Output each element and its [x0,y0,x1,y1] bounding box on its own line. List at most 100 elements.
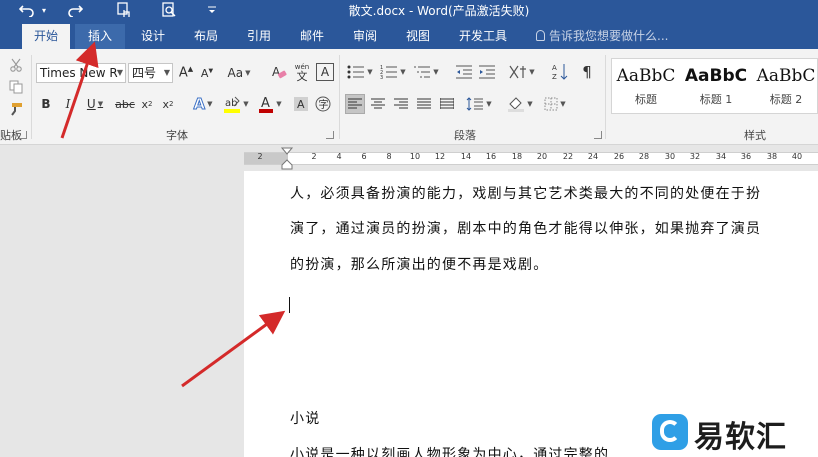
tab-developer[interactable]: 开发工具 [452,24,514,49]
document-line: 小说是一种以刻画人物形象为中心，通过完整的 [290,447,610,457]
svg-text:3: 3 [380,75,383,79]
change-case-label: Aa [227,66,244,80]
ruler-tick: 30 [664,152,676,161]
shading-icon[interactable]: ▼ [505,94,535,114]
increase-indent-icon[interactable] [477,63,497,81]
svg-text:字: 字 [319,98,329,111]
chevron-down-icon: ▼ [163,68,170,77]
tab-review[interactable]: 审阅 [343,24,387,49]
font-launcher[interactable] [326,131,334,139]
document-heading: 小说 [290,411,321,427]
phonetic-char: 文 [296,70,308,83]
style-heading1[interactable]: AaBbC 标题 1 [682,59,750,115]
numbering-icon[interactable]: 1 2 3 ▼ [378,63,408,81]
tab-layout[interactable]: 布局 [184,24,228,49]
style-title-name: 标题 [635,93,657,106]
cut-icon[interactable] [8,57,24,73]
font-color-icon[interactable]: A ▼ [256,93,284,115]
horizontal-ruler[interactable]: 2 2 4 6 8 10 12 14 16 18 20 22 24 26 28 … [244,152,818,165]
subscript-icon[interactable]: x2 [139,95,155,113]
styles-group-label: 样式 [744,129,766,142]
svg-text:ab: ab [225,98,237,109]
tab-references[interactable]: 引用 [237,24,281,49]
watermark-text: 易软汇 [694,420,787,455]
style-heading2[interactable]: AaBbC 标题 2 [752,59,818,115]
superscript-icon[interactable]: x2 [160,95,176,113]
font-group-label: 字体 [166,129,188,142]
character-border-icon[interactable]: A [316,63,334,81]
italic-icon[interactable]: I [62,95,74,113]
change-case-button[interactable]: Aa ▼ [226,64,252,82]
style-title[interactable]: AaBbC 标题 [612,59,680,115]
ruler-tick: 20 [536,152,548,161]
paragraph-launcher[interactable] [594,131,602,139]
bold-icon[interactable]: B [40,95,52,113]
ruler-tick: 32 [689,152,701,161]
group-separator [339,55,340,139]
distributed-icon[interactable] [437,94,457,114]
group-separator [31,55,32,139]
style-title-sample: AaBbC [616,66,676,86]
phonetic-guide-icon[interactable]: wén 文 [292,62,312,82]
group-separator [605,55,606,139]
line-spacing-icon[interactable]: ▼ [464,94,494,114]
text-cursor [289,297,290,313]
align-center-icon[interactable] [368,94,388,114]
shrink-font-icon[interactable]: A▼ [199,64,215,82]
chinese-layout-icon[interactable]: ▼ [507,63,537,81]
text-effects-icon[interactable]: A ▼ [190,94,216,114]
borders-icon[interactable]: ▼ [540,94,570,114]
underline-icon[interactable]: U ▼ [84,95,106,113]
decrease-indent-icon[interactable] [454,63,474,81]
format-painter-icon[interactable] [8,101,24,117]
paragraph-group-label: 段落 [454,129,476,142]
tab-view[interactable]: 视图 [396,24,440,49]
style-heading1-sample: AaBbC [684,66,748,86]
align-left-icon[interactable] [345,94,365,114]
word-window: ▾ 散文.docx - Word(产品激活失败) 开始 插入 设计 布局 引用 … [0,0,818,457]
sort-icon[interactable]: AZ [551,62,569,82]
style-heading2-sample: AaBbC [756,66,816,86]
document-title: 散文.docx - Word(产品激活失败) [348,4,530,18]
svg-text:A: A [552,64,557,72]
tab-insert[interactable]: 插入 [75,24,125,49]
justify-icon[interactable] [414,94,434,114]
svg-text:A: A [297,98,305,111]
ruler-tick: 14 [460,152,472,161]
tab-mailings[interactable]: 邮件 [290,24,334,49]
ruler-tick: 6 [361,152,367,161]
font-name-value: Times New R [40,66,118,80]
font-size-select[interactable]: 四号 ▼ [128,63,173,83]
show-marks-icon[interactable]: ¶ [578,62,596,82]
copy-icon[interactable] [8,79,24,95]
highlight-color-icon[interactable]: ab ▼ [222,93,250,115]
document-line: 演了，通过演员的扮演，剧本中的角色才能得以伸张，如果抛弃了演员 [290,221,762,237]
bullets-icon[interactable]: ▼ [345,63,375,81]
styles-gallery[interactable]: AaBbC 标题 AaBbC 标题 1 AaBbC 标题 2 [611,58,818,114]
character-shading-icon[interactable]: A [292,95,310,113]
strikethrough-icon[interactable]: abc [115,95,135,113]
indent-marker-icon[interactable] [281,147,293,170]
ruler-tick: 38 [766,152,778,161]
multilevel-list-icon[interactable]: ▼ [411,63,441,81]
tab-home[interactable]: 开始 [22,24,70,49]
enclose-characters-icon[interactable]: 字 [314,95,332,113]
clipboard-launcher[interactable] [19,131,27,139]
title-bar: ▾ 散文.docx - Word(产品激活失败) [0,0,818,24]
ruler-tick: 22 [562,152,574,161]
clear-formatting-icon[interactable]: A [270,63,288,81]
grow-font-icon[interactable]: A▲ [178,64,194,82]
ribbon-tabs: 开始 插入 设计 布局 引用 邮件 审阅 视图 开发工具 告诉我您想要做什么..… [0,24,818,49]
ruler-tick: 40 [791,152,803,161]
ruler-tick: 8 [386,152,392,161]
tell-me-box[interactable]: 告诉我您想要做什么... [536,24,668,49]
align-right-icon[interactable] [391,94,411,114]
font-size-value: 四号 [132,66,157,80]
font-name-select[interactable]: Times New R ▼ [36,63,126,83]
tell-me-text: 告诉我您想要做什么... [549,29,669,43]
ruler-tick: 28 [638,152,650,161]
ruler-tick: 18 [511,152,523,161]
ruler-tick: 2 [311,152,317,161]
tab-design[interactable]: 设计 [131,24,175,49]
ruler-tick: 24 [587,152,599,161]
